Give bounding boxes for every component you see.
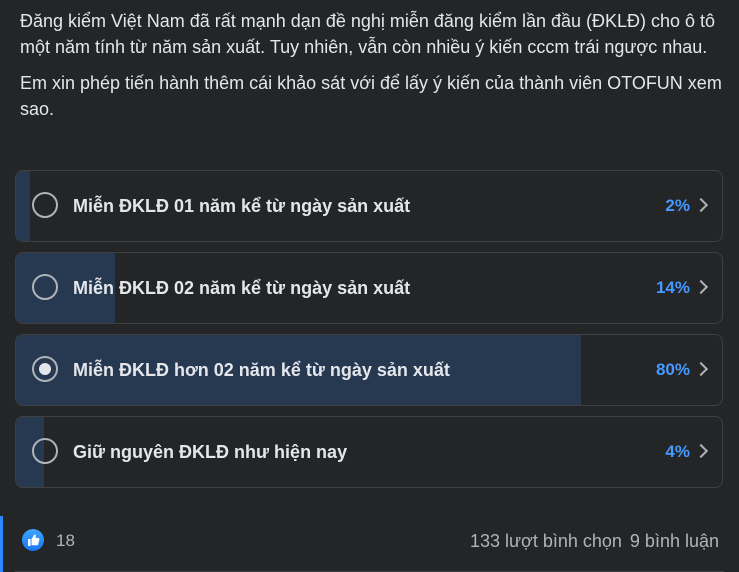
vote-count[interactable]: 133 lượt bình chọn: [470, 531, 622, 551]
poll-result-bar: [16, 171, 31, 241]
post-paragraph: Em xin phép tiến hành thêm cái khảo sát …: [20, 73, 722, 119]
poll-stats: 133 lượt bình chọn 9 bình luận: [470, 524, 719, 558]
radio-icon[interactable]: [32, 192, 58, 218]
poll-option[interactable]: Giữ nguyên ĐKLĐ như hiện nay 4%: [15, 416, 723, 488]
poll-option[interactable]: Miễn ĐKLĐ 02 năm kể từ ngày sản xuất 14%: [15, 252, 723, 324]
poll-option-label: Miễn ĐKLĐ hơn 02 năm kể từ ngày sản xuất: [73, 360, 450, 380]
poll-option-label: Miễn ĐKLĐ 02 năm kể từ ngày sản xuất: [73, 278, 411, 298]
comment-count[interactable]: 9 bình luận: [630, 531, 719, 551]
poll-option-percent: 14%: [655, 278, 690, 297]
chevron-right-icon[interactable]: [693, 361, 709, 377]
like-count[interactable]: 18: [56, 524, 75, 558]
post-footer: 18 133 lượt bình chọn 9 bình luận: [22, 524, 719, 560]
chevron-right-icon[interactable]: [693, 443, 709, 459]
like-icon[interactable]: [22, 529, 44, 551]
poll: Miễn ĐKLĐ 01 năm kể từ ngày sản xuất 2% …: [15, 170, 723, 498]
poll-option-percent: 4%: [665, 442, 690, 461]
radio-icon[interactable]: [32, 274, 58, 300]
poll-option-percent: 2%: [665, 196, 690, 215]
chevron-right-icon[interactable]: [693, 279, 709, 295]
radio-icon[interactable]: [32, 438, 58, 464]
poll-option[interactable]: Miễn ĐKLĐ hơn 02 năm kể từ ngày sản xuất…: [15, 334, 723, 406]
poll-option-percent: 80%: [655, 360, 690, 379]
poll-option-label: Giữ nguyên ĐKLĐ như hiện nay: [73, 442, 348, 462]
radio-icon[interactable]: [32, 356, 58, 382]
scroll-accent: [0, 516, 3, 572]
post-body: Đăng kiểm Việt Nam đã rất mạnh dạn đề ng…: [20, 8, 725, 132]
poll-option-label: Miễn ĐKLĐ 01 năm kể từ ngày sản xuất: [73, 196, 411, 216]
poll-option[interactable]: Miễn ĐKLĐ 01 năm kể từ ngày sản xuất 2%: [15, 170, 723, 242]
chevron-right-icon[interactable]: [693, 197, 709, 213]
post-paragraph: Đăng kiểm Việt Nam đã rất mạnh dạn đề ng…: [20, 11, 716, 57]
